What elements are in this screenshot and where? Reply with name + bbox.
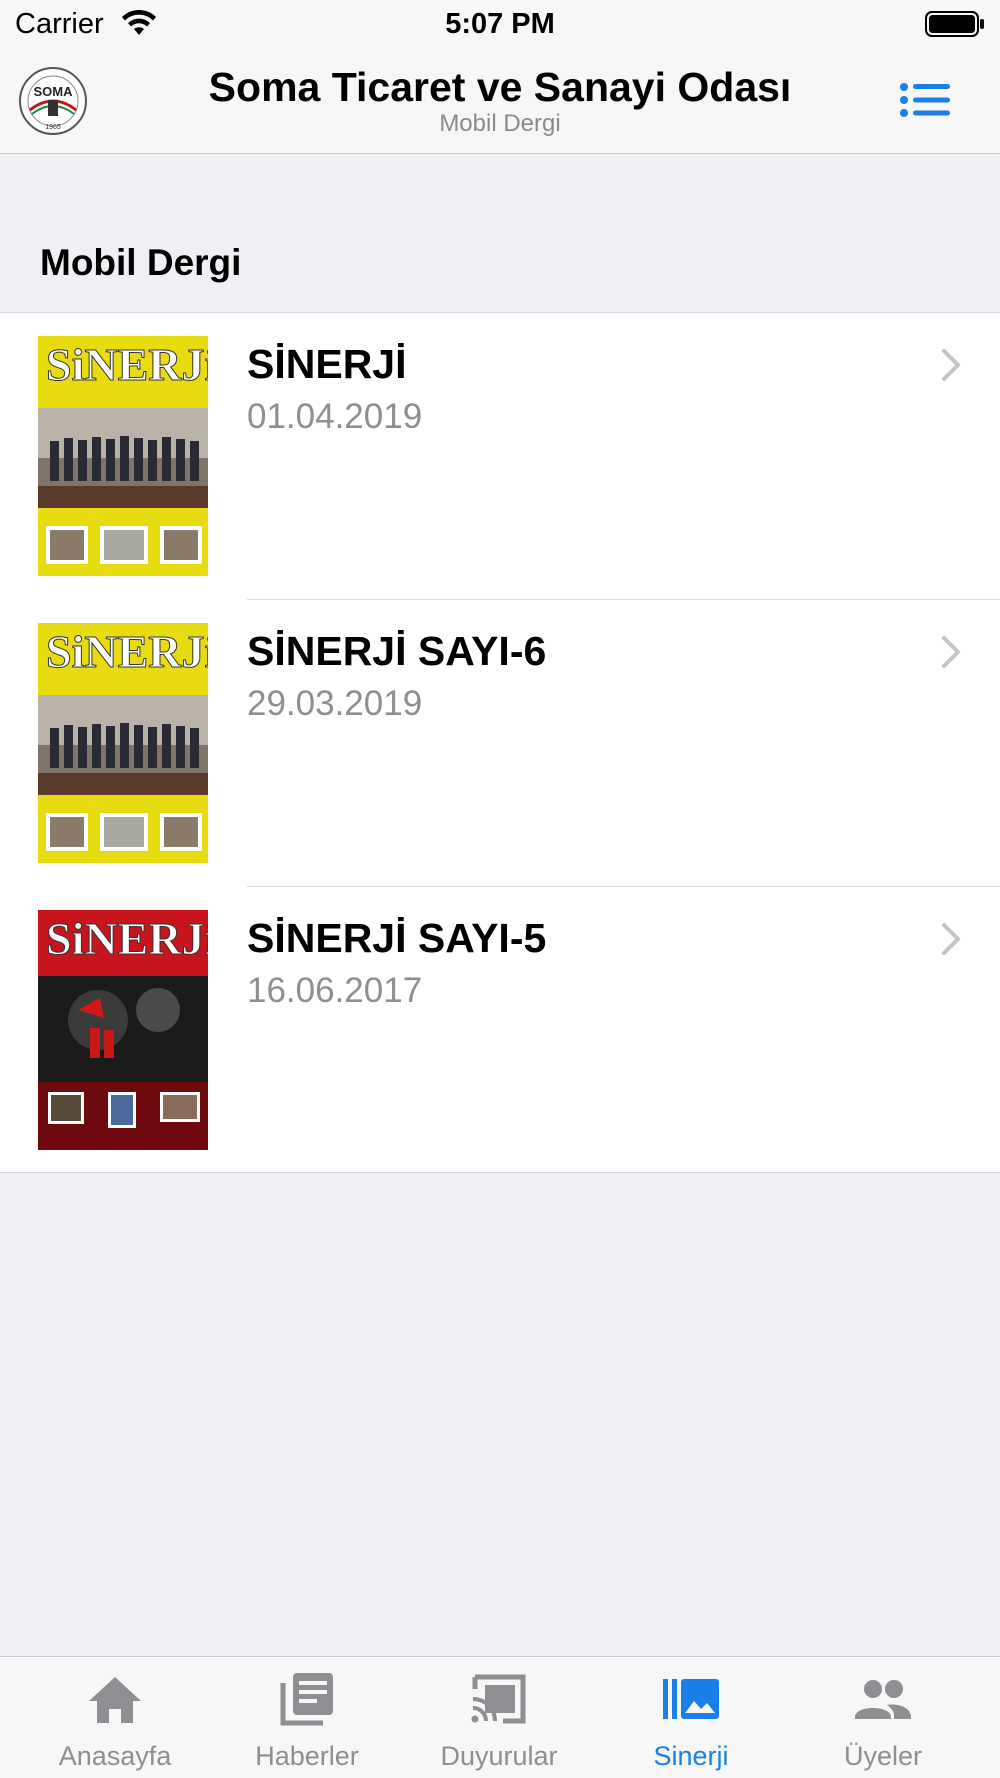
magazine-title: SİNERJİ <box>247 341 407 387</box>
magazine-title: SİNERJİ SAYI-6 <box>247 628 547 674</box>
list-item[interactable]: SiNERJi SİNERJİ SAYI-5 16.06.2017 <box>0 887 1000 1174</box>
svg-text:SiNERJi: SiNERJi <box>46 626 208 677</box>
tab-label: Duyurular <box>440 1741 558 1771</box>
status-time: 5:07 PM <box>445 8 555 40</box>
chevron-right-icon <box>942 349 960 381</box>
section-header: Mobil Dergi <box>40 242 242 283</box>
list-item[interactable]: SiNERJi SİNERJİ SAYI-6 29.03.2019 <box>0 600 1000 887</box>
tab-sinerji[interactable]: Sinerji <box>595 1657 787 1778</box>
magazine-title: SİNERJİ SAYI-5 <box>247 915 547 961</box>
magazine-cover: SiNERJi <box>38 336 208 576</box>
svg-text:SiNERJi: SiNERJi <box>46 913 208 964</box>
cast-icon <box>471 1674 526 1724</box>
tab-label: Anasayfa <box>58 1741 172 1771</box>
nav-bar: SOMA 1965 Soma Ticaret ve Sanayi Odası M… <box>0 48 1000 154</box>
list-item[interactable]: SiNERJi SİNERJİ 01.04.2019 <box>0 313 1000 600</box>
status-bar: Carrier 5:07 PM <box>0 0 1000 48</box>
battery-icon <box>925 11 984 37</box>
tab-anasayfa[interactable]: Anasayfa <box>19 1657 211 1778</box>
page-title: Soma Ticaret ve Sanayi Odası <box>208 64 792 110</box>
magazine-date: 29.03.2019 <box>247 684 423 723</box>
tab-label: Sinerji <box>653 1741 729 1771</box>
news-icon <box>280 1673 333 1726</box>
magazine-list: SiNERJi SİNERJİ 01.04.2019 SiNERJi SİNER… <box>0 312 1000 1173</box>
magazine-cover: SiNERJi <box>38 910 208 1150</box>
magazine-date: 01.04.2019 <box>247 397 423 436</box>
tab-label: Üyeler <box>843 1741 923 1771</box>
gallery-icon <box>663 1679 719 1719</box>
tab-label: Haberler <box>255 1741 359 1771</box>
people-icon <box>855 1680 911 1719</box>
page-subtitle: Mobil Dergi <box>439 110 561 137</box>
svg-text:SiNERJi: SiNERJi <box>46 339 208 390</box>
tab-haberler[interactable]: Haberler <box>211 1657 403 1778</box>
magazine-cover: SiNERJi <box>38 623 208 863</box>
chevron-right-icon <box>942 636 960 668</box>
tab-bar: Anasayfa Haberler Duyurular Sinerji Üyel… <box>0 1656 1000 1778</box>
chevron-right-icon <box>942 923 960 955</box>
home-icon <box>89 1677 141 1723</box>
list-icon[interactable] <box>896 78 956 122</box>
tab-uyeler[interactable]: Üyeler <box>787 1657 979 1778</box>
magazine-date: 16.06.2017 <box>247 971 423 1010</box>
tab-duyurular[interactable]: Duyurular <box>403 1657 595 1778</box>
